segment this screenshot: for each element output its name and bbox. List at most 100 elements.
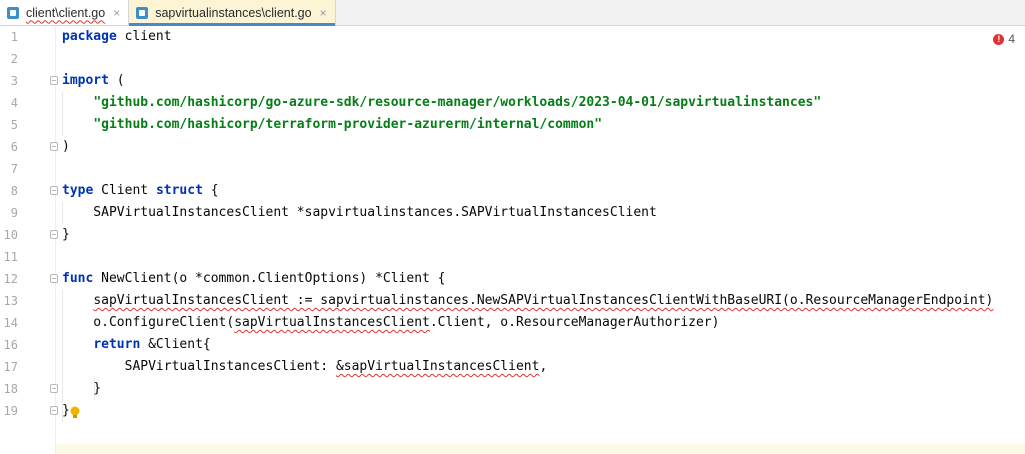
code-token: (	[108, 73, 125, 88]
fold-icon[interactable]	[50, 406, 58, 415]
fold-icon[interactable]	[50, 186, 58, 195]
tab-sapvirtualinstances-client-go[interactable]: sapvirtualinstances\client.go ×	[129, 0, 336, 26]
code-token: &sapVirtualInstancesClient	[335, 359, 540, 374]
code-text: return &Client{	[62, 334, 211, 356]
code-text: sapVirtualInstancesClient := sapvirtuali…	[62, 290, 993, 312]
go-file-icon	[135, 6, 149, 20]
code-token: import	[62, 73, 109, 88]
editor-tab-bar: client\client.go × sapvirtualinstances\c…	[0, 0, 1025, 26]
code-text: }	[62, 224, 70, 246]
line-number: 13	[3, 294, 18, 308]
code-line[interactable]: 2	[0, 48, 1025, 70]
code-text: "github.com/hashicorp/terraform-provider…	[62, 114, 602, 136]
tab-client-go[interactable]: client\client.go ×	[0, 0, 130, 25]
line-number: 18	[3, 382, 18, 396]
code-text: }	[62, 378, 101, 400]
code-token: struct	[155, 183, 203, 198]
code-line[interactable]: 7	[0, 158, 1025, 180]
line-number: 14	[3, 316, 18, 330]
line-number: 3	[10, 74, 18, 88]
code-token: )	[62, 139, 70, 154]
code-line[interactable]: 14 o.ConfigureClient(sapVirtualInstances…	[0, 312, 1025, 334]
line-number: 9	[10, 206, 18, 220]
code-line[interactable]: 17 SAPVirtualInstancesClient: &sapVirtua…	[0, 356, 1025, 378]
code-token: }	[62, 227, 70, 242]
code-token: "github.com/hashicorp/go-azure-sdk/resou…	[93, 95, 822, 110]
code-text: }	[62, 400, 70, 422]
code-line[interactable]: 16 return &Client{	[0, 334, 1025, 356]
code-token: func	[62, 271, 94, 286]
code-token: }	[62, 403, 70, 418]
line-number: 19	[3, 404, 18, 418]
code-line[interactable]: 10}	[0, 224, 1025, 246]
code-token: sapVirtualInstancesClient := sapvirtuali…	[93, 293, 994, 308]
line-number: 2	[10, 52, 18, 66]
code-token: package	[62, 29, 117, 44]
code-text: type Client struct {	[62, 180, 219, 202]
fold-icon[interactable]	[50, 142, 58, 151]
code-token: ,	[539, 359, 548, 374]
code-line[interactable]: 4 "github.com/hashicorp/go-azure-sdk/res…	[0, 92, 1025, 114]
lightbulb-icon[interactable]	[70, 405, 80, 418]
code-token: SAPVirtualInstancesClient *sapvirtualins…	[62, 205, 657, 220]
fold-icon[interactable]	[50, 76, 58, 85]
go-file-icon	[6, 6, 20, 20]
code-text: func NewClient(o *common.ClientOptions) …	[62, 268, 446, 290]
code-line[interactable]: 18 }	[0, 378, 1025, 400]
code-token: return	[93, 337, 141, 352]
current-line-highlight	[56, 444, 1025, 454]
code-line[interactable]: 5 "github.com/hashicorp/terraform-provid…	[0, 114, 1025, 136]
line-number: 10	[3, 228, 18, 242]
code-token: .Client, o.ResourceManagerAuthorizer)	[429, 315, 720, 330]
line-number: 4	[10, 96, 18, 110]
code-text: import (	[62, 70, 125, 92]
code-token: client	[116, 29, 172, 44]
line-number: 6	[10, 140, 18, 154]
line-number: 7	[10, 162, 18, 176]
code-line[interactable]: 12 func NewClient(o *common.ClientOptions…	[0, 268, 1025, 290]
code-token: Client	[93, 183, 156, 198]
code-token: SAPVirtualInstancesClient:	[62, 359, 336, 374]
close-icon[interactable]: ×	[320, 7, 327, 19]
tab-label: client\client.go	[26, 5, 106, 20]
tab-label: sapvirtualinstances\client.go	[155, 5, 312, 20]
code-token: type	[62, 183, 94, 198]
line-number: 17	[3, 360, 18, 374]
code-line[interactable]: 1 package client	[0, 26, 1025, 48]
code-line[interactable]: 8 type Client struct {	[0, 180, 1025, 202]
code-token: "github.com/hashicorp/terraform-provider…	[93, 117, 603, 132]
code-token: NewClient(o *common.ClientOptions) *Clie…	[93, 271, 446, 286]
line-number: 8	[10, 184, 18, 198]
code-text: package client	[62, 26, 172, 48]
code-token: sapVirtualInstancesClient	[234, 315, 430, 330]
line-number: 11	[3, 250, 18, 264]
code-line[interactable]: 3 import (	[0, 70, 1025, 92]
code-line[interactable]: 13 sapVirtualInstancesClient := sapvirtu…	[0, 290, 1025, 312]
fold-icon[interactable]	[50, 274, 58, 283]
line-number: 1	[10, 30, 18, 44]
line-number: 12	[3, 272, 18, 286]
code-line[interactable]: 19}	[0, 400, 1025, 422]
fold-icon[interactable]	[50, 384, 58, 393]
code-line[interactable]: 6)	[0, 136, 1025, 158]
fold-icon[interactable]	[50, 230, 58, 239]
code-text: o.ConfigureClient(sapVirtualInstancesCli…	[62, 312, 719, 334]
code-line[interactable]: 11	[0, 246, 1025, 268]
line-number: 16	[3, 338, 18, 352]
line-number: 5	[10, 118, 18, 132]
code-token: }	[62, 381, 102, 396]
code-text: SAPVirtualInstancesClient: &sapVirtualIn…	[62, 356, 548, 378]
close-icon[interactable]: ×	[113, 7, 120, 19]
code-token: o.ConfigureClient(	[62, 315, 235, 330]
code-editor[interactable]: ! 4 1 package client 2 3 import (4 "github.c…	[0, 26, 1025, 454]
code-line[interactable]: 9 SAPVirtualInstancesClient *sapvirtuali…	[0, 202, 1025, 224]
code-token: {	[202, 183, 219, 198]
code-text: SAPVirtualInstancesClient *sapvirtualins…	[62, 202, 657, 224]
code-token: &Client{	[140, 337, 211, 352]
code-text: )	[62, 136, 70, 158]
code-text: "github.com/hashicorp/go-azure-sdk/resou…	[62, 92, 821, 114]
